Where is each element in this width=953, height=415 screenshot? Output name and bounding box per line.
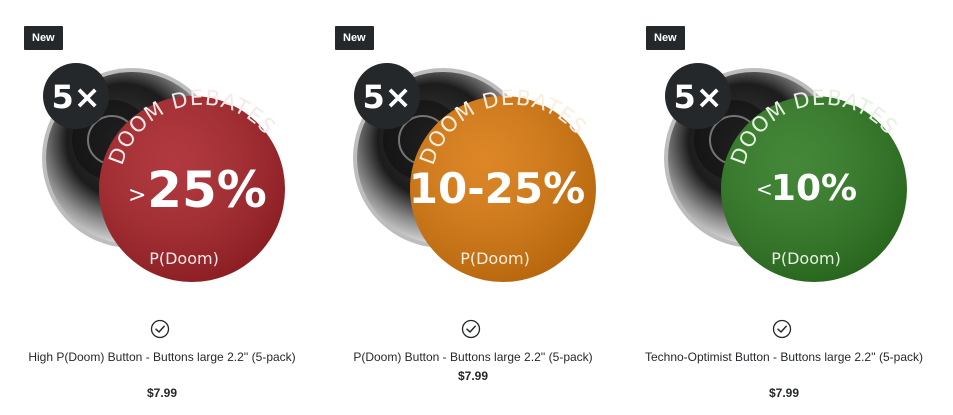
pack-count: 5× <box>362 78 411 116</box>
level-value: 25% <box>147 161 267 219</box>
level-value: 10% <box>771 168 857 209</box>
product-price: $7.99 <box>146 386 178 400</box>
product-image[interactable]: New <box>12 0 312 300</box>
footer-text: P(Doom) <box>771 249 841 268</box>
footer-text: P(Doom) <box>149 249 219 268</box>
product-title[interactable]: Techno-Optimist Button - Buttons large 2… <box>642 348 926 366</box>
pack-count: 5× <box>673 78 722 116</box>
product-image[interactable]: New <box>323 0 623 300</box>
product-price: $7.99 <box>768 386 800 400</box>
new-badge: New <box>24 26 63 50</box>
product-price: $7.99 <box>457 369 489 383</box>
check-circle-icon[interactable] <box>461 319 481 339</box>
product-title[interactable]: High P(Doom) Button - Buttons large 2.2'… <box>20 348 304 366</box>
product-card[interactable]: New <box>634 0 934 415</box>
level-prefix: > <box>128 183 146 208</box>
product-grid: New 5× DOOM DEBATES > 25% P(Doom) High P… <box>0 0 953 415</box>
new-badge: New <box>646 26 685 50</box>
footer-text: P(Doom) <box>460 249 530 268</box>
product-card[interactable]: New <box>12 0 312 415</box>
level-value: 10-25% <box>409 164 585 213</box>
check-circle-icon[interactable] <box>772 319 792 339</box>
new-badge: New <box>335 26 374 50</box>
product-image[interactable]: New <box>634 0 934 300</box>
pack-count: 5× <box>51 78 100 116</box>
product-title[interactable]: P(Doom) Button - Buttons large 2.2'' (5-… <box>331 348 615 366</box>
product-card[interactable]: New <box>323 0 623 415</box>
check-circle-icon[interactable] <box>150 319 170 339</box>
